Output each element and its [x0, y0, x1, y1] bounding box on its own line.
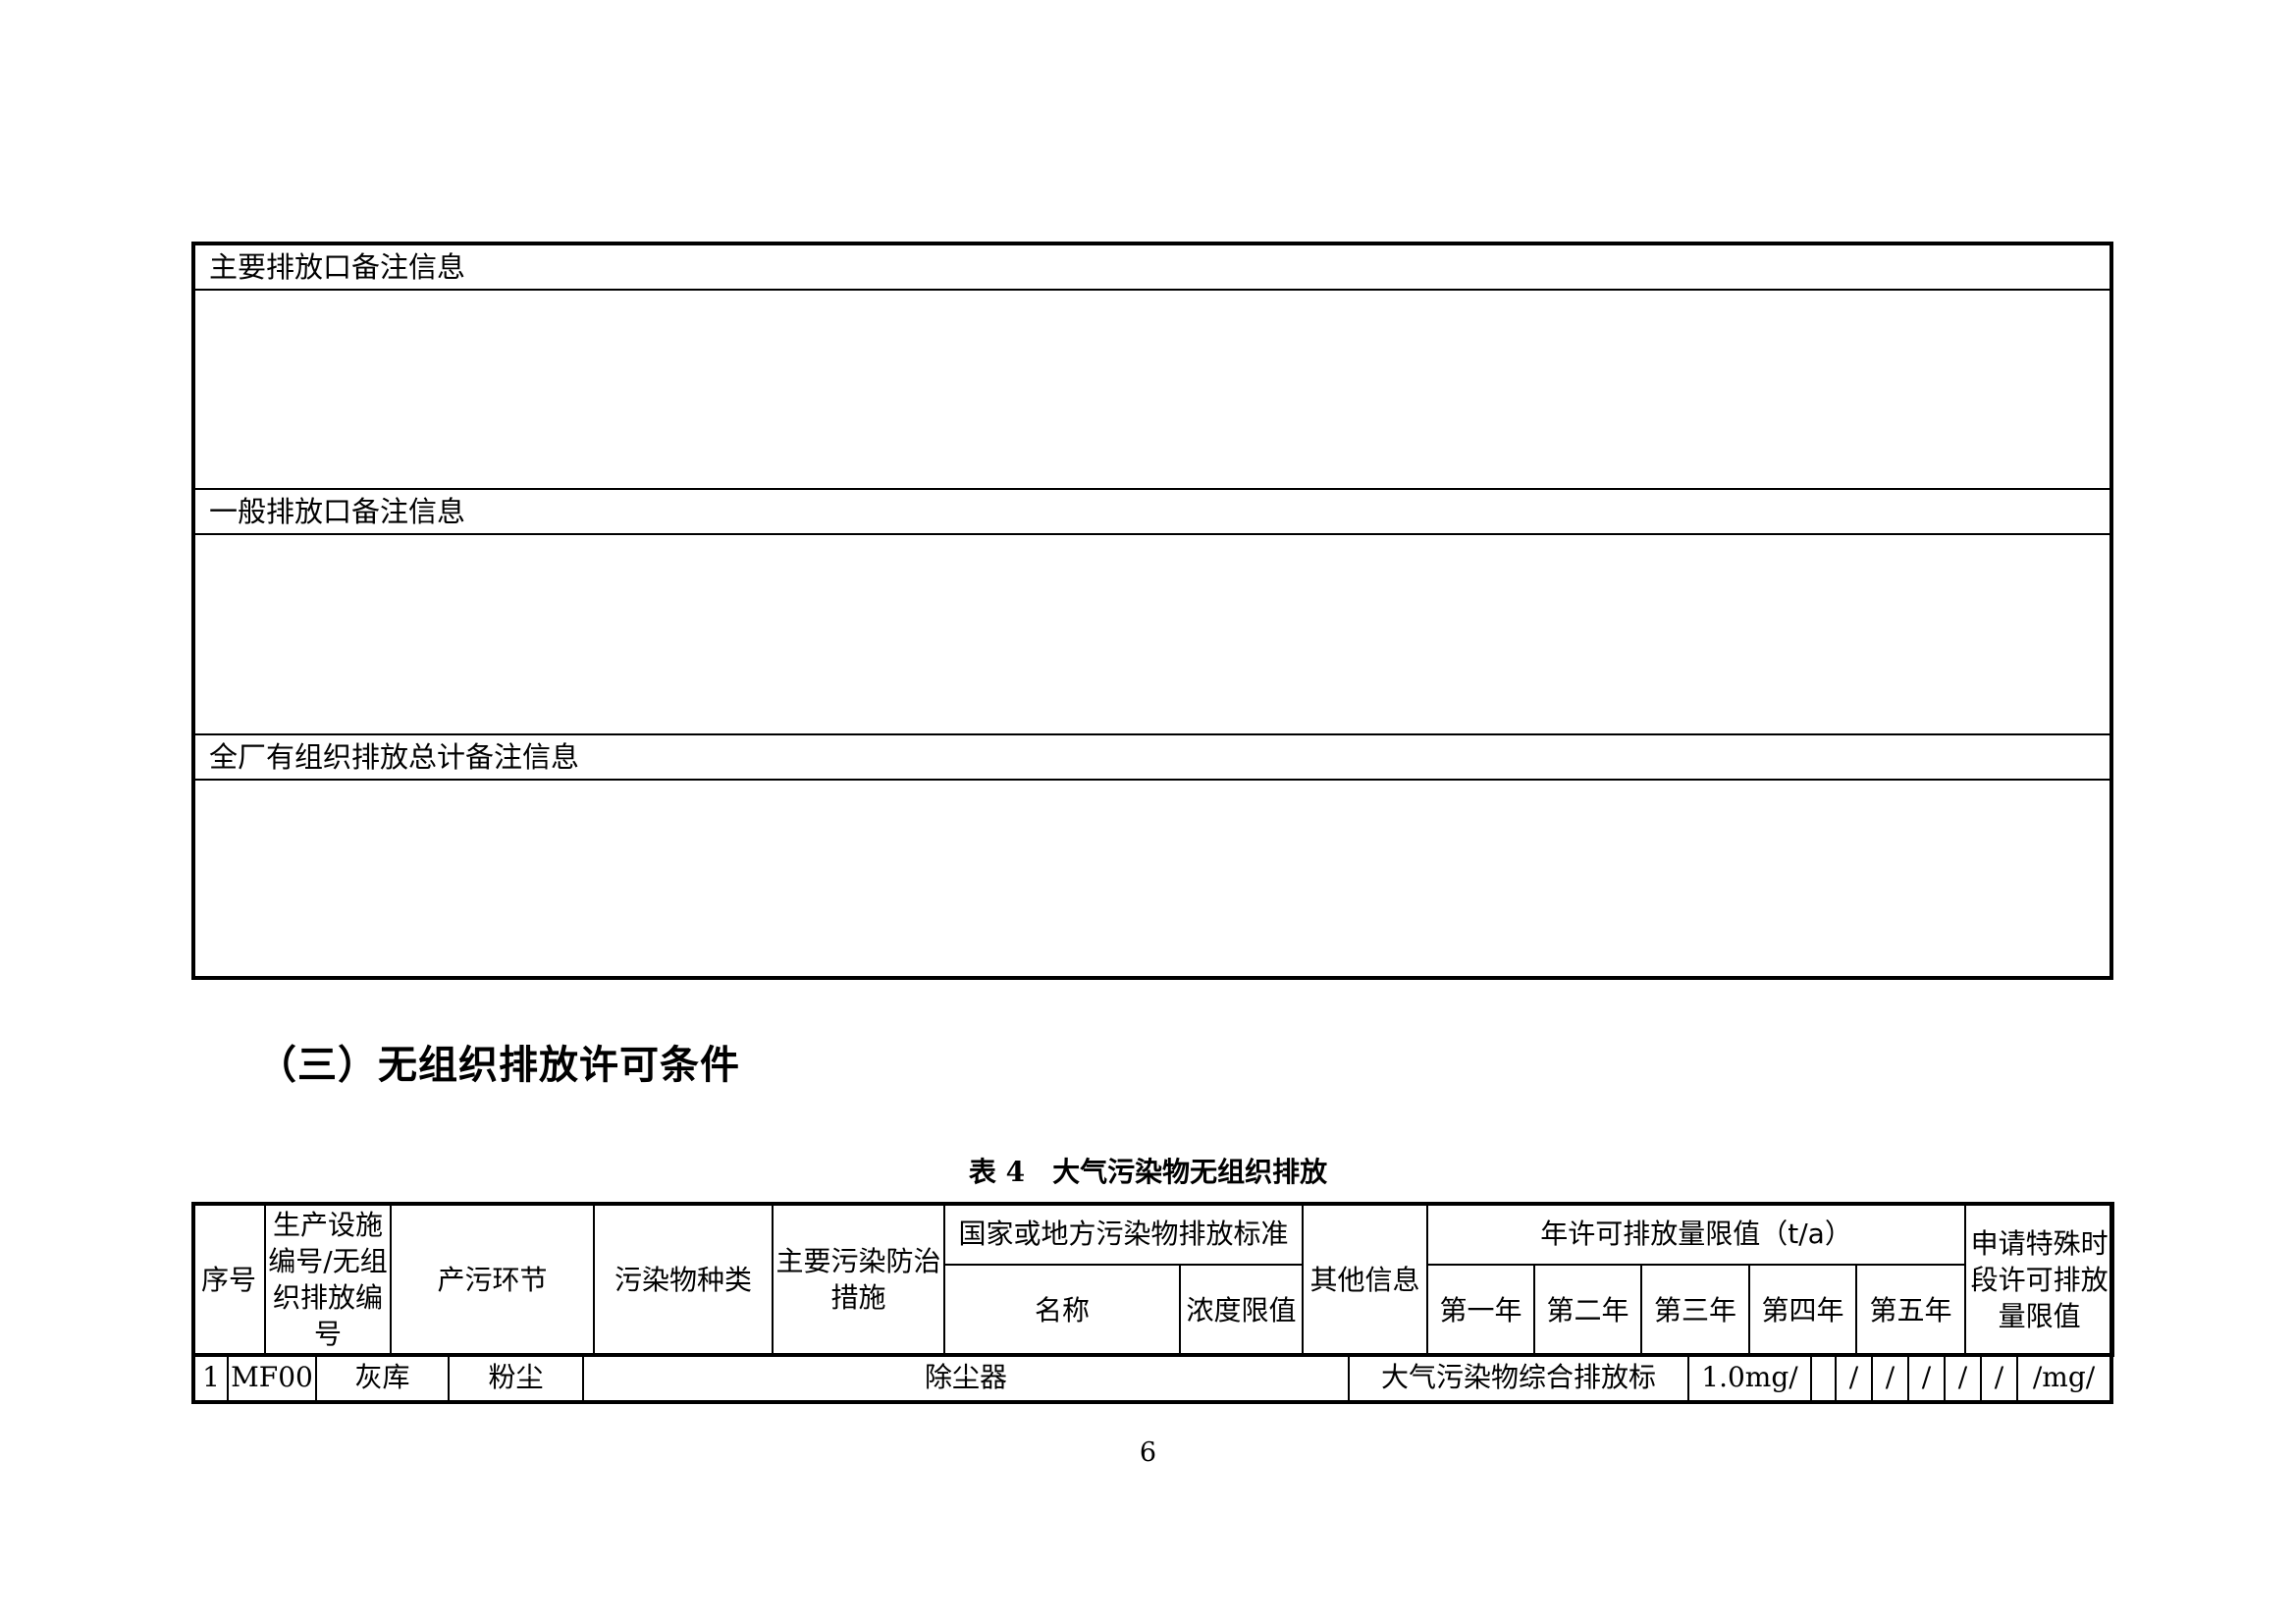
header-year2: 第二年: [1533, 1264, 1643, 1357]
cell-facility-id: MF00: [231, 1361, 313, 1393]
section-heading: （三）无组织排放许可条件: [257, 1042, 740, 1088]
header-other-info: 其他信息: [1302, 1202, 1429, 1357]
header-year3: 第三年: [1640, 1264, 1751, 1357]
table-number: 表 4: [968, 1156, 1026, 1188]
header-process: 产污环节: [390, 1202, 595, 1357]
table-row: 1 MF00 灰库 粉尘 除尘器 大气污染物综合排放标 1.0mg/ / / /…: [191, 1355, 2113, 1404]
cell-year1: /: [1848, 1361, 1859, 1393]
header-year1: 第一年: [1426, 1264, 1536, 1357]
header-standard-group: 国家或地方污染物排放标准: [942, 1202, 1305, 1266]
header-year4: 第四年: [1748, 1264, 1858, 1357]
cell-control-measure: 除尘器: [924, 1361, 1007, 1393]
cell-year3: /: [1921, 1361, 1932, 1393]
main-outlet-remarks-label: 主要排放口备注信息: [195, 245, 2109, 291]
header-concentration-limit: 浓度限值: [1178, 1264, 1305, 1357]
header-annual-limit-group: 年许可排放量限值（t/a）: [1426, 1202, 1967, 1266]
cell-seq: 1: [202, 1361, 220, 1393]
cell-year4: /: [1957, 1361, 1968, 1393]
cell-process: 灰库: [354, 1361, 410, 1393]
header-seq: 序号: [191, 1202, 266, 1357]
table-title: 大气污染物无组织排放: [1052, 1156, 1328, 1188]
header-pollutant: 污染物种类: [593, 1202, 774, 1357]
cell-special-period-limit: /mg/: [2032, 1361, 2096, 1393]
header-special-period-limit: 申请特殊时段许可排放量限值: [1964, 1202, 2115, 1357]
cell-year2: /: [1885, 1361, 1896, 1393]
table-caption: 表 4 大气污染物无组织排放: [0, 1151, 2296, 1190]
page-number: 6: [1139, 1437, 1157, 1468]
outlet-remarks-box: 主要排放口备注信息 一般排放口备注信息 全厂有组织排放总计备注信息: [191, 242, 2113, 980]
header-facility-id: 生产设施编号/无组织排放编号: [264, 1202, 392, 1357]
header-standard-name: 名称: [943, 1264, 1181, 1357]
cell-other-info: [1812, 1355, 1835, 1400]
header-control-measure: 主要污染防治措施: [772, 1202, 945, 1357]
general-outlet-remarks-label: 一般排放口备注信息: [195, 490, 2109, 535]
cell-pollutant: 粉尘: [488, 1361, 544, 1393]
plant-total-remarks-label: 全厂有组织排放总计备注信息: [195, 735, 2109, 781]
header-year5: 第五年: [1855, 1264, 1967, 1357]
cell-concentration-limit: 1.0mg/: [1701, 1361, 1798, 1393]
cell-standard-name: 大气污染物综合排放标: [1380, 1361, 1656, 1393]
fugitive-emission-table-header: 序号 生产设施编号/无组织排放编号 产污环节 污染物种类 主要污染防治措施 国家…: [191, 1202, 2115, 1357]
cell-year5: /: [1994, 1361, 2004, 1393]
